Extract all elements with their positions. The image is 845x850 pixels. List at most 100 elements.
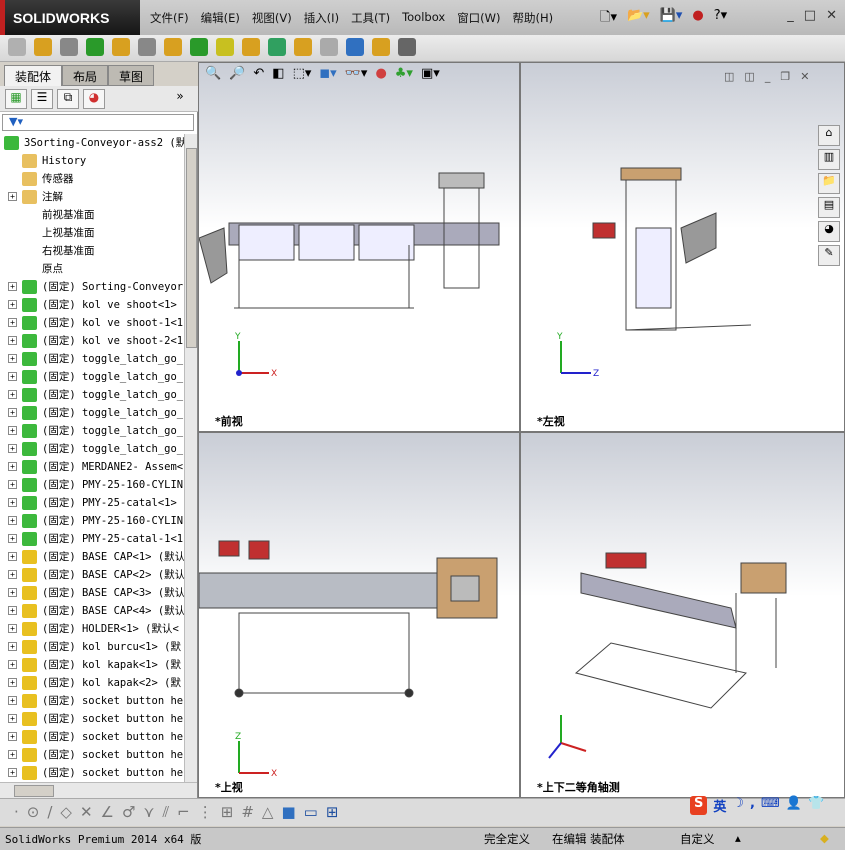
tree-component[interactable]: + (固定) PMY-25-160-CYLIN [0,476,184,494]
viewport-restore-icon[interactable]: ❐ [780,70,790,83]
expand-icon[interactable]: + [8,390,17,399]
tree-component[interactable]: + (固定) kol ve shoot<1> [0,296,184,314]
property-manager-icon[interactable]: ☰ [31,89,53,109]
menu-item-0[interactable]: 文件(F) [150,10,189,26]
viewport-isometric[interactable]: *上下二等角轴测 [520,432,845,798]
assembly-tool-icon[interactable] [60,38,78,56]
filter-field[interactable]: ▼▾ [2,114,194,131]
tree-component[interactable]: + (固定) PMY-25-catal-1<1 [0,530,184,548]
tree-item[interactable]: 右视基准面 [0,242,184,260]
expand-icon[interactable]: + [8,606,17,615]
viewport-close-icon[interactable]: ✕ [800,70,809,83]
single-viewport-icon[interactable]: ▭ [304,803,318,822]
tree-item[interactable]: 前视基准面 [0,206,184,224]
tree-component[interactable]: + (固定) toggle_latch_go_ [0,368,184,386]
menu-item-1[interactable]: 编辑(E) [201,10,240,26]
expand-icon[interactable]: + [8,300,17,309]
viewport-link-icon[interactable]: ◫ [724,70,734,83]
panel-tab-2[interactable]: 草图 [108,65,155,86]
expand-icon[interactable]: + [8,768,17,777]
tree-item[interactable]: 上视基准面 [0,224,184,242]
user-icon[interactable]: 👤 [786,796,802,815]
tree-component[interactable]: + (固定) BASE CAP<2> (默认 [0,566,184,584]
expand-icon[interactable]: + [8,678,17,687]
menu-item-7[interactable]: 帮助(H) [513,10,554,26]
expand-icon[interactable]: + [8,660,17,669]
menu-item-2[interactable]: 视图(V) [252,10,292,26]
zoom-area-icon[interactable]: 🔎 [229,66,245,81]
assembly-tool-icon[interactable] [242,38,260,56]
dimension-icon[interactable]: ⋮ [198,803,213,822]
viewport-left[interactable]: YZ *左视 [520,62,845,432]
expand-icon[interactable]: + [8,570,17,579]
custom-properties-icon[interactable]: ✎ [818,245,840,266]
tree-component[interactable]: + (固定) BASE CAP<1> (默认 [0,548,184,566]
tag-icon[interactable]: ◆ [820,831,829,845]
view-settings-icon[interactable]: ▣▾ [421,66,440,81]
design-library-icon[interactable]: ▥ [818,149,840,170]
panel-tab-0[interactable]: 装配体 [4,65,63,86]
assembly-tool-icon[interactable] [216,38,234,56]
expand-icon[interactable]: + [8,318,17,327]
tree-item[interactable]: History [0,152,184,170]
rebuild-icon[interactable]: ● [692,8,703,30]
expand-icon[interactable]: + [8,336,17,345]
tree-component[interactable]: + (固定) toggle_latch_go_ [0,422,184,440]
assembly-tool-icon[interactable] [86,38,104,56]
tree-component[interactable]: + (固定) kol kapak<1> (默 [0,656,184,674]
expand-icon[interactable]: + [8,192,17,201]
triangle-icon[interactable]: △ [262,803,274,822]
four-viewport-icon[interactable]: ⊞ [326,803,339,822]
moon-icon[interactable]: ☽ [732,796,744,815]
expand-icon[interactable]: + [8,372,17,381]
assembly-tool-icon[interactable] [398,38,416,56]
trim-icon[interactable]: ✕ [80,803,93,822]
menu-item-5[interactable]: Toolbox [402,10,445,26]
assembly-tool-icon[interactable] [268,38,286,56]
tree-component[interactable]: + (固定) Sorting-Conveyor [0,278,184,296]
section-view-icon[interactable]: ◧ [272,66,284,81]
tree-component[interactable]: + (固定) socket button he [0,746,184,764]
assembly-tool-icon[interactable] [34,38,52,56]
viewport-split-icon[interactable]: ◫ [744,70,754,83]
viewport-front[interactable]: YX *前视 [198,62,520,432]
assembly-tool-icon[interactable] [346,38,364,56]
tree-vertical-scrollbar[interactable] [184,134,197,782]
status-units[interactable]: 自定义 [680,831,715,847]
tree-item[interactable]: + 注解 [0,188,184,206]
close-icon[interactable]: ✕ [826,8,837,23]
zoom-to-fit-icon[interactable]: 🔍 [205,66,221,81]
menu-item-6[interactable]: 窗口(W) [457,10,500,26]
tree-component[interactable]: + (固定) toggle_latch_go_ [0,386,184,404]
pattern-icon[interactable]: # [241,803,254,822]
tree-component[interactable]: + (固定) HOLDER<1> (默认< [0,620,184,638]
chamfer-icon[interactable]: ⋎ [143,803,154,822]
line-icon[interactable]: / [47,803,52,822]
maximize-icon[interactable]: □ [804,8,816,23]
assembly-tool-icon[interactable] [190,38,208,56]
open-file-icon[interactable]: 📂▾ [627,8,650,30]
expand-icon[interactable]: + [8,480,17,489]
polygon-icon[interactable]: ◇ [60,803,72,822]
tree-item[interactable]: 原点 [0,260,184,278]
expand-icon[interactable]: + [8,444,17,453]
tree-component[interactable]: + (固定) BASE CAP<3> (默认 [0,584,184,602]
offset-icon[interactable]: ⫽ [162,803,169,822]
view-orientation-icon[interactable]: ⬚▾ [293,66,312,81]
assembly-tool-icon[interactable] [372,38,390,56]
expand-icon[interactable]: + [8,552,17,561]
expand-icon[interactable]: + [8,498,17,507]
tree-component[interactable]: + (固定) toggle_latch_go_ [0,404,184,422]
expand-icon[interactable]: + [8,534,17,543]
tree-root[interactable]: 3Sorting-Conveyor-ass2 (默 [0,134,184,152]
assembly-tool-icon[interactable] [320,38,338,56]
tree-component[interactable]: + (固定) BASE CAP<4> (默认 [0,602,184,620]
solidworks-logo[interactable]: SOLIDWORKS [0,0,140,35]
expand-icon[interactable]: + [8,750,17,759]
new-file-icon[interactable]: 🗋▾ [600,8,617,30]
file-explorer-icon[interactable]: 📁 [818,173,840,194]
expand-icon[interactable]: + [8,354,17,363]
tree-component[interactable]: + (固定) socket button he [0,692,184,710]
tree-component[interactable]: + (固定) PMY-25-catal<1> [0,494,184,512]
display-manager-icon[interactable]: ◕ [83,89,105,109]
